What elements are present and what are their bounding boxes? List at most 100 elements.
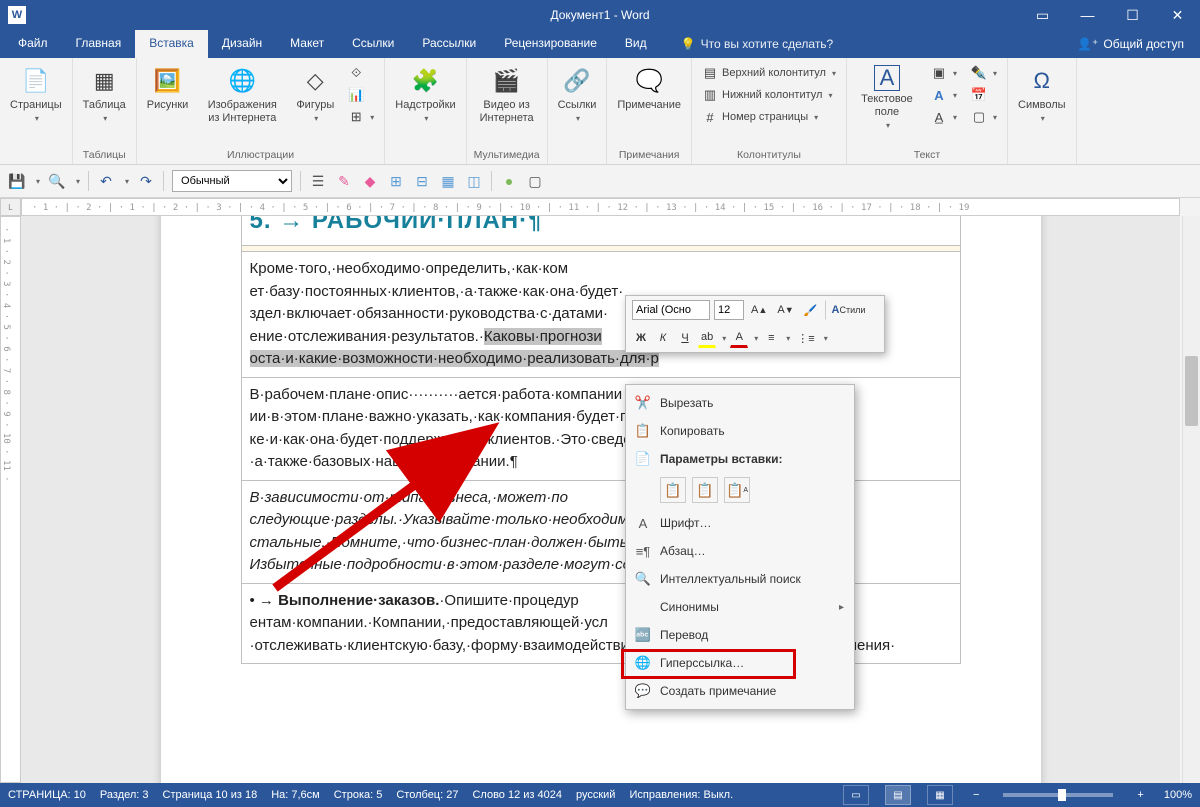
ruler-vertical[interactable]: · 1 · 2 · 3 · 4 · 5 · 6 · 7 · 8 · 9 · 10…	[0, 216, 21, 783]
header-button[interactable]: ▤Верхний колонтитул▾	[698, 63, 840, 83]
qat-icon-1[interactable]: ☰	[309, 172, 327, 190]
qat-icon-2[interactable]: ✎	[335, 172, 353, 190]
ctx-font[interactable]: AШрифт…	[626, 509, 854, 537]
datetime-button[interactable]: 📅	[967, 85, 1001, 105]
pictures-button[interactable]: 🖼️Рисунки	[141, 61, 195, 116]
status-line[interactable]: Строка: 5	[334, 789, 383, 801]
redo-icon[interactable]: ↷	[137, 172, 155, 190]
mini-size-combo[interactable]	[714, 300, 744, 320]
status-pages[interactable]: Страница 10 из 18	[163, 789, 258, 801]
shapes-button[interactable]: ◇Фигуры▾	[290, 61, 340, 128]
page-viewport[interactable]: 5. → РАБОЧИЙ·ПЛАН·¶ Кроме·того,·необходи…	[21, 216, 1180, 783]
tab-references[interactable]: Ссылки	[338, 30, 408, 58]
paste-text-only[interactable]: 📋A	[724, 477, 750, 503]
tab-mailings[interactable]: Рассылки	[408, 30, 490, 58]
zoom-level[interactable]: 100%	[1164, 789, 1192, 801]
signature-button[interactable]: ✒️▾	[967, 63, 1001, 83]
ctx-paragraph[interactable]: ≡¶Абзац…	[626, 537, 854, 565]
close-icon[interactable]: ✕	[1155, 0, 1200, 30]
links-button[interactable]: 🔗Ссылки▾	[552, 61, 603, 128]
page-number-button[interactable]: #Номер страницы▾	[698, 107, 840, 127]
ctx-new-comment[interactable]: 💬Создать примечание	[626, 677, 854, 705]
online-video-button[interactable]: 🎬Видео из Интернета	[471, 61, 543, 129]
view-read-mode[interactable]: ▭	[843, 785, 869, 805]
status-col[interactable]: Столбец: 27	[396, 789, 458, 801]
qat-icon-8[interactable]: ●	[500, 172, 518, 190]
zoom-handle[interactable]	[1058, 789, 1066, 801]
ctx-smart-lookup[interactable]: 🔍Интеллектуальный поиск	[626, 565, 854, 593]
page[interactable]: 5. → РАБОЧИЙ·ПЛАН·¶ Кроме·того,·необходи…	[161, 216, 1041, 783]
bold-icon[interactable]: Ж	[632, 328, 650, 348]
tab-home[interactable]: Главная	[62, 30, 136, 58]
pages-button[interactable]: 📄Страницы▾	[4, 61, 68, 128]
ribbon-options-icon[interactable]: ▭	[1020, 0, 1065, 30]
ruler-horizontal[interactable]: · 1 · | · 2 · | · 1 · | · 2 · | · 3 · | …	[21, 198, 1180, 216]
status-words[interactable]: Слово 12 из 4024	[472, 789, 562, 801]
text-box-button[interactable]: AТекстовое поле▾	[851, 61, 923, 135]
underline-icon[interactable]: Ч	[676, 328, 694, 348]
ctx-synonyms[interactable]: Синонимы▸	[626, 593, 854, 621]
tab-view[interactable]: Вид	[611, 30, 661, 58]
tell-me[interactable]: 💡Что вы хотите сделать?	[681, 30, 834, 58]
wordart-button[interactable]: A▾	[927, 85, 961, 105]
save-icon[interactable]: 💾	[8, 172, 26, 190]
screenshot-button[interactable]: ⊞▾	[344, 107, 378, 127]
tab-layout[interactable]: Макет	[276, 30, 338, 58]
footer-button[interactable]: ▥Нижний колонтитул▾	[698, 85, 840, 105]
qat-icon-6[interactable]: ▦	[439, 172, 457, 190]
ctx-copy[interactable]: 📋Копировать	[626, 417, 854, 445]
shrink-font-icon[interactable]: A▼	[774, 300, 796, 320]
numbering-icon[interactable]: ⋮≡	[794, 328, 817, 348]
bullets-icon[interactable]: ≡	[762, 328, 780, 348]
drop-cap-button[interactable]: A̲▾	[927, 107, 961, 127]
qat-icon-9[interactable]: ▢	[526, 172, 544, 190]
qat-icon-7[interactable]: ◫	[465, 172, 483, 190]
status-section[interactable]: Раздел: 3	[100, 789, 149, 801]
smartart-button[interactable]: ⟐	[344, 63, 378, 83]
zoom-out[interactable]: −	[967, 789, 985, 801]
scrollbar-thumb[interactable]	[1185, 356, 1198, 426]
tab-insert[interactable]: Вставка	[135, 30, 208, 58]
chart-button[interactable]: 📊	[344, 85, 378, 105]
share-button[interactable]: 👤⁺Общий доступ	[1061, 30, 1200, 58]
zoom-slider[interactable]	[1003, 793, 1113, 797]
zoom-in[interactable]: +	[1131, 789, 1149, 801]
paste-keep-formatting[interactable]: 📋	[660, 477, 686, 503]
qat-icon-4[interactable]: ⊞	[387, 172, 405, 190]
quick-parts-button[interactable]: ▣▾	[927, 63, 961, 83]
view-print-layout[interactable]: ▤	[885, 785, 911, 805]
qat-icon-5[interactable]: ⊟	[413, 172, 431, 190]
status-lang[interactable]: русский	[576, 789, 615, 801]
addins-button[interactable]: 🧩Надстройки▾	[389, 61, 461, 128]
qat-icon-3[interactable]: ◆	[361, 172, 379, 190]
paste-merge[interactable]: 📋	[692, 477, 718, 503]
highlight-icon[interactable]: ab	[698, 328, 716, 348]
tab-file[interactable]: Файл	[4, 30, 62, 58]
view-web-layout[interactable]: ▦	[927, 785, 953, 805]
grow-font-icon[interactable]: A▲	[748, 300, 770, 320]
maximize-icon[interactable]: ☐	[1110, 0, 1155, 30]
status-page[interactable]: СТРАНИЦА: 10	[8, 789, 86, 801]
status-at[interactable]: На: 7,6см	[271, 789, 320, 801]
ctx-hyperlink[interactable]: 🌐Гиперссылка…	[626, 649, 854, 677]
comment-button[interactable]: 🗨️Примечание	[611, 61, 687, 116]
ctx-cut[interactable]: ✂️Вырезать	[626, 389, 854, 417]
style-select[interactable]: Обычный	[172, 170, 292, 192]
mini-styles[interactable]: AСтили	[825, 300, 869, 320]
online-pictures-button[interactable]: 🌐Изображения из Интернета	[196, 61, 288, 129]
object-button[interactable]: ▢▾	[967, 107, 1001, 127]
format-painter-icon[interactable]: 🖌️	[801, 300, 821, 320]
scrollbar-vertical[interactable]	[1182, 216, 1200, 783]
tab-design[interactable]: Дизайн	[208, 30, 276, 58]
status-track[interactable]: Исправления: Выкл.	[629, 789, 733, 801]
mini-font-combo[interactable]	[632, 300, 710, 320]
tab-review[interactable]: Рецензирование	[490, 30, 611, 58]
ctx-translate[interactable]: 🔤Перевод	[626, 621, 854, 649]
symbols-button[interactable]: ΩСимволы▾	[1012, 61, 1072, 128]
table-button[interactable]: ▦Таблица▾	[77, 61, 132, 128]
minimize-icon[interactable]: —	[1065, 0, 1110, 30]
italic-icon[interactable]: К	[654, 328, 672, 348]
font-color-icon[interactable]: A	[730, 328, 748, 348]
zoom-in-icon[interactable]: 🔍	[48, 172, 66, 190]
undo-icon[interactable]: ↶	[97, 172, 115, 190]
